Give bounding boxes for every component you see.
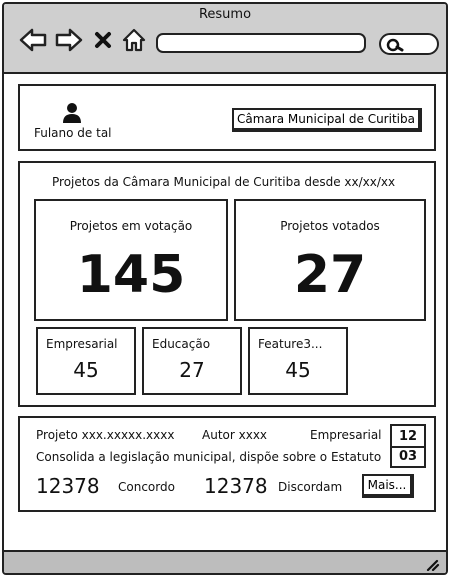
status-bar	[4, 550, 446, 573]
category-count: 27	[179, 358, 205, 382]
council-button[interactable]: Câmara Municipal de Curitiba	[232, 108, 422, 132]
title-bar: Resumo	[4, 4, 446, 74]
arrow-right-icon[interactable]	[54, 26, 84, 54]
project-summary: Consolida a legislação municipal, dispõe…	[36, 450, 382, 464]
arrow-left-icon[interactable]	[18, 26, 48, 54]
category-count: 45	[73, 358, 99, 382]
resize-grip-icon[interactable]	[426, 559, 440, 571]
search-icon[interactable]	[385, 37, 407, 53]
user-panel: Fulano de tal Câmara Municipal de Curiti…	[18, 84, 436, 151]
projects-voted-card[interactable]: Projetos votados 27	[234, 199, 426, 321]
user-icon	[62, 102, 82, 128]
project-author: Autor xxxx	[202, 428, 268, 442]
project-item: Projeto xxx.xxxxx.xxxx Autor xxxx Empres…	[18, 416, 436, 512]
projects-voting-card[interactable]: Projetos em votação 145	[34, 199, 228, 321]
more-button[interactable]: Mais...	[362, 474, 414, 498]
project-id: Projeto xxx.xxxxx.xxxx	[36, 428, 175, 442]
projects-voting-label: Projetos em votação	[69, 219, 193, 233]
x-icon[interactable]	[92, 26, 114, 54]
category-label: Feature3...	[258, 337, 323, 351]
category-card-feature3[interactable]: Feature3... 45	[248, 327, 348, 395]
category-card-empresarial[interactable]: Empresarial 45	[36, 327, 136, 395]
category-card-educacao[interactable]: Educação 27	[142, 327, 242, 395]
project-category: Empresarial	[310, 428, 382, 442]
window-title: Resumo	[198, 7, 252, 22]
address-bar[interactable]	[156, 33, 366, 53]
home-icon[interactable]	[120, 26, 148, 54]
project-date: 12 03	[390, 424, 426, 468]
projects-voted-count: 27	[293, 245, 367, 305]
projects-panel: Projetos da Câmara Municipal de Curitiba…	[18, 161, 436, 407]
project-date-day: 12	[398, 429, 418, 444]
disagree-count: 12378	[204, 474, 268, 498]
search-field[interactable]	[379, 33, 439, 55]
agree-count: 12378	[36, 474, 100, 498]
agree-label: Concordo	[118, 480, 175, 494]
projects-voting-count: 145	[76, 245, 186, 305]
projects-heading: Projetos da Câmara Municipal de Curitiba…	[52, 175, 396, 189]
projects-voted-label: Projetos votados	[280, 219, 380, 233]
category-label: Educação	[152, 337, 211, 351]
app-window: Resumo Fulano de tal Câmara Municipal de…	[2, 2, 448, 575]
user-name: Fulano de tal	[34, 126, 112, 140]
project-date-month: 03	[392, 446, 424, 466]
category-count: 45	[285, 358, 311, 382]
disagree-label: Discordam	[278, 480, 343, 494]
category-label: Empresarial	[46, 337, 118, 351]
